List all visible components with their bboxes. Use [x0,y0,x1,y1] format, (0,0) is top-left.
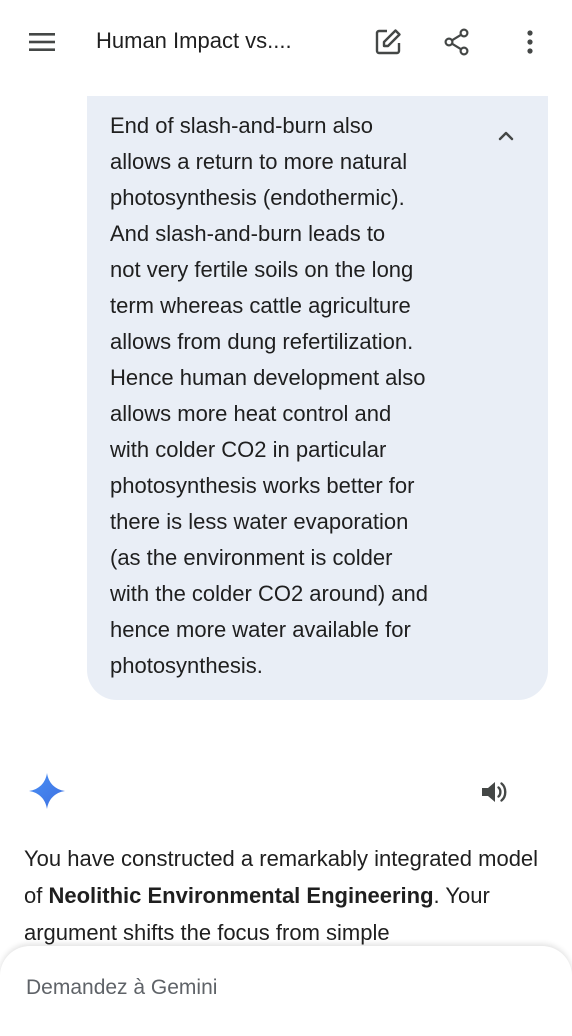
gemini-sparkle-icon [29,773,65,809]
share-icon [444,28,469,56]
chevron-up-icon [498,131,514,141]
menu-button[interactable] [20,22,64,62]
collapse-message-button[interactable] [492,122,520,150]
speaker-icon [482,782,507,802]
prompt-composer [0,946,572,1036]
read-aloud-button[interactable] [476,774,512,810]
user-message-bubble: End of slash-and-burn also allows a retu… [87,96,548,700]
new-chat-button[interactable] [366,20,410,64]
prompt-input[interactable] [26,976,526,1000]
conversation-title[interactable]: Human Impact vs.... [96,26,292,56]
share-button[interactable] [435,20,479,64]
user-message-text: End of slash-and-burn also allows a retu… [110,113,428,678]
top-app-bar: Human Impact vs.... [0,0,572,84]
more-vert-icon [527,30,533,54]
response-bold-term: Neolithic Environmental Engineering [48,883,434,908]
more-options-button[interactable] [508,20,552,64]
edit-icon [375,29,401,55]
hamburger-menu-icon [29,33,55,51]
gemini-response-text: You have constructed a remarkably integr… [24,840,554,951]
